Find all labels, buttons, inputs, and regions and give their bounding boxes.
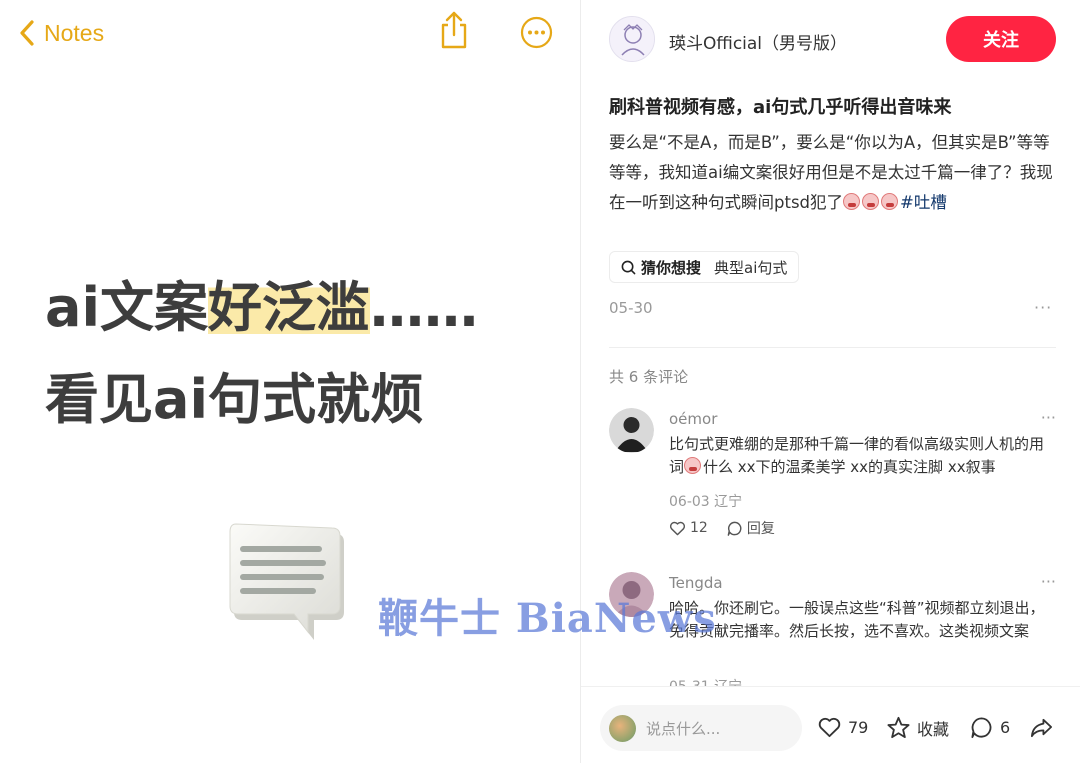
post-more-button[interactable]: ··· <box>1034 298 1052 317</box>
suggested-search-chip[interactable]: 猜你想搜 典型ai句式 <box>609 251 800 283</box>
comment-bubble-icon <box>971 717 992 739</box>
share-button[interactable] <box>1029 715 1054 740</box>
commenter-avatar[interactable] <box>609 408 654 453</box>
headline-line-2: 看见ai句式就烦 <box>45 368 424 431</box>
author-avatar-image <box>610 17 654 61</box>
comment-input-placeholder: 说点什么... <box>646 719 721 738</box>
comment-meta: 06-03 辽宁 <box>669 494 743 510</box>
like-count: 79 <box>848 718 869 737</box>
comment-input[interactable]: 说点什么... <box>600 705 802 751</box>
author-avatar[interactable] <box>609 16 655 62</box>
note-headline: ai文案好泛滥…… 看见ai句式就烦 <box>45 262 478 446</box>
comment-text-b: 什么 xx下的温柔美学 xx的真实注脚 xx叙事 <box>703 458 996 476</box>
reply-bubble-icon <box>727 521 742 536</box>
chevron-left-icon <box>20 20 34 46</box>
share-arrow-icon <box>1030 718 1053 738</box>
crying-emoji-icon <box>843 193 861 210</box>
comments-button[interactable]: 6 <box>969 715 1010 740</box>
speech-bubble-icon <box>229 523 344 640</box>
more-options-icon[interactable] <box>520 16 553 49</box>
headline-text-a: ai文案 <box>45 276 208 339</box>
crying-emoji-icon <box>684 457 702 474</box>
section-divider <box>609 347 1056 348</box>
search-icon <box>621 260 636 274</box>
post-detail-panel: 瑛斗Official（男号版） 关注 刷科普视频有感，ai句式几乎听得出音味来 … <box>581 0 1080 763</box>
comment-like-count: 12 <box>690 520 708 536</box>
post-body-text: 要么是“不是A，而是B”，要么是“你以为A，但其实是B”等等等等，我知道ai编文… <box>609 133 1053 212</box>
like-button[interactable]: 79 <box>817 715 868 740</box>
crying-emoji-icon <box>862 193 880 210</box>
commenter-name[interactable]: oémor <box>669 410 717 428</box>
headline-ellipsis: …… <box>369 276 478 339</box>
comment-actions: 12 回复 <box>669 518 775 538</box>
collect-label: 收藏 <box>917 719 950 739</box>
comment-item: oémor ··· 比句式更难绷的是那种千篇一律的看似高级实则人机的用词 什么 x… <box>609 408 1056 543</box>
collect-button[interactable]: 收藏 <box>886 715 949 740</box>
comments-count: 6 <box>1000 718 1011 737</box>
hashtag-link[interactable]: #吐槽 <box>900 193 947 212</box>
commenter-avatar-image <box>609 408 654 453</box>
comment-text: 比句式更难绷的是那种千篇一律的看似高级实则人机的用词 什么 xx下的温柔美学 xx… <box>669 433 1057 479</box>
bottom-action-bar: 说点什么... 79 收藏 6 <box>581 686 1080 763</box>
comment-like-button[interactable]: 12 <box>669 518 708 538</box>
star-icon <box>887 716 910 739</box>
comment-more-button[interactable]: ··· <box>1041 408 1056 427</box>
suggested-search-label: 猜你想搜 <box>641 258 702 277</box>
watermark-logo: 鞭牛士 BiaNews <box>378 595 717 642</box>
suggested-search-keyword: 典型ai句式 <box>714 258 788 277</box>
comment-reply-label: 回复 <box>746 521 775 537</box>
heart-icon <box>669 521 686 535</box>
post-title: 刷科普视频有感，ai句式几乎听得出音味来 <box>609 97 952 118</box>
notes-back-label: Notes <box>44 19 105 46</box>
share-icon[interactable] <box>438 10 470 50</box>
notes-back-button[interactable]: Notes <box>18 18 104 48</box>
my-avatar <box>609 714 636 742</box>
post-body: 要么是“不是A，而是B”，要么是“你以为A，但其实是B”等等等等，我知道ai编文… <box>609 128 1054 218</box>
comment-reply-button[interactable]: 回复 <box>726 518 775 538</box>
headline-highlighted-text: 好泛滥 <box>207 276 370 339</box>
heart-icon <box>818 717 841 738</box>
comment-text: 哈哈。你还刷它。一般误点这些“科普”视频都立刻退出，免得贡献完播率。然后长按，选… <box>669 599 1045 640</box>
author-name[interactable]: 瑛斗Official（男号版） <box>669 29 847 54</box>
comment-more-button[interactable]: ··· <box>1041 572 1056 591</box>
post-date: 05-30 <box>609 299 653 317</box>
notes-image-panel: Notes ai文案好泛滥…… 看见ai句式就烦 <box>0 0 580 763</box>
follow-button[interactable]: 关注 <box>946 16 1056 62</box>
headline-line-1: ai文案好泛滥…… <box>45 262 478 354</box>
comment-meta: 05-31 辽宁 <box>669 676 742 686</box>
comment-count: 共 6 条评论 <box>609 368 689 386</box>
crying-emoji-icon <box>881 193 899 210</box>
